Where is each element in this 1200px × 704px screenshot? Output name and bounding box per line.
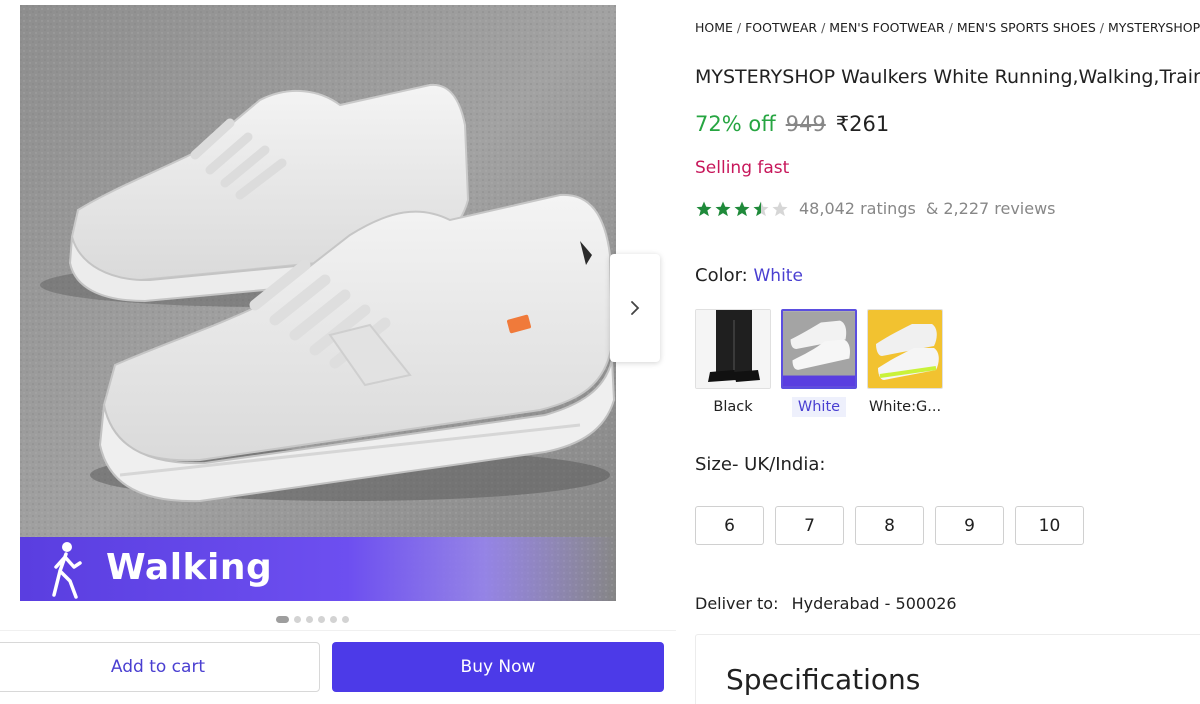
- pagination-dot-active[interactable]: [276, 616, 289, 623]
- star-half-icon: [753, 201, 769, 216]
- color-option-label: Black: [713, 399, 753, 415]
- size-option-7[interactable]: 7: [775, 506, 844, 545]
- chevron-right-icon: [631, 301, 640, 315]
- product-details: HOME / FOOTWEAR / MEN'S FOOTWEAR / MEN'S…: [695, 0, 1200, 704]
- rating-summary[interactable]: 48,042 ratings & 2,227 reviews: [695, 199, 1056, 218]
- product-photo: [20, 5, 616, 601]
- specifications-heading: Specifications: [726, 663, 921, 696]
- breadcrumb-separator: /: [944, 20, 957, 35]
- white-green-shoe-thumbnail: [868, 310, 942, 388]
- color-option-white-green[interactable]: White:G...: [867, 309, 943, 417]
- delivery-label: Deliver to:: [695, 594, 779, 613]
- selling-price: ₹261: [835, 112, 890, 136]
- size-option-10[interactable]: 10: [1015, 506, 1084, 545]
- banner-label: Walking: [106, 547, 273, 588]
- size-option-9[interactable]: 9: [935, 506, 1004, 545]
- star-empty-icon: [772, 201, 788, 216]
- discount-percent: 72% off: [695, 112, 776, 136]
- selected-color: White: [753, 266, 803, 286]
- color-option-black[interactable]: Black: [695, 309, 771, 417]
- color-options: Black White White:G...: [695, 309, 943, 417]
- pagination-dot[interactable]: [342, 616, 349, 623]
- urgency-badge: Selling fast: [695, 158, 790, 178]
- star-icon: [734, 201, 750, 216]
- buy-now-button[interactable]: Buy Now: [332, 642, 664, 692]
- activity-banner: Walking: [20, 537, 616, 601]
- black-shoe-thumbnail: [696, 310, 770, 388]
- next-image-button[interactable]: [610, 254, 660, 362]
- breadcrumb-separator: /: [732, 20, 746, 35]
- breadcrumb-brand[interactable]: MYSTERYSHOP MEN'S: [1108, 20, 1200, 35]
- breadcrumb-mens-sports-shoes[interactable]: MEN'S SPORTS SHOES: [957, 20, 1096, 35]
- pagination-dot[interactable]: [330, 616, 337, 623]
- size-options: 6 7 8 9 10: [695, 506, 1084, 545]
- star-rating: [695, 200, 789, 218]
- delivery-address[interactable]: Hyderabad - 500026: [792, 594, 957, 613]
- specifications-section: Specifications: [695, 634, 1200, 704]
- walking-person-icon: [52, 542, 82, 599]
- color-option-label: White:G...: [868, 399, 942, 415]
- color-heading: Color: White: [695, 265, 803, 286]
- color-thumbnail: [695, 309, 771, 389]
- price-row: 72% off 949 ₹261: [695, 112, 889, 136]
- color-label: Color:: [695, 265, 748, 286]
- size-option-6[interactable]: 6: [695, 506, 764, 545]
- breadcrumb-separator: /: [1095, 20, 1108, 35]
- color-option-white[interactable]: White: [781, 309, 857, 417]
- add-to-cart-button[interactable]: Add to cart: [0, 642, 320, 692]
- reviews-count: & 2,227 reviews: [925, 199, 1056, 218]
- breadcrumb-home[interactable]: HOME: [695, 20, 733, 35]
- original-price: 949: [785, 112, 826, 136]
- image-pagination-dots: [276, 616, 349, 623]
- color-thumbnail: [867, 309, 943, 389]
- breadcrumb-separator: /: [817, 20, 830, 35]
- product-image-gallery[interactable]: Walking: [20, 5, 616, 601]
- pagination-dot[interactable]: [294, 616, 301, 623]
- pagination-dot[interactable]: [306, 616, 313, 623]
- product-page: Walking Add to cart Buy Now HOME / FOOTW…: [0, 0, 1200, 704]
- white-shoe-thumbnail: [783, 311, 855, 387]
- size-option-8[interactable]: 8: [855, 506, 924, 545]
- star-icon: [696, 201, 712, 216]
- purchase-actions: Add to cart Buy Now: [0, 630, 676, 704]
- breadcrumb: HOME / FOOTWEAR / MEN'S FOOTWEAR / MEN'S…: [695, 20, 1200, 35]
- delivery-location: Deliver to: Hyderabad - 500026: [695, 594, 957, 613]
- ratings-count: 48,042 ratings: [799, 199, 916, 218]
- breadcrumb-mens-footwear[interactable]: MEN'S FOOTWEAR: [829, 20, 944, 35]
- product-title: MYSTERYSHOP Waulkers White Running,Walki…: [695, 66, 1200, 88]
- color-thumbnail: [781, 309, 857, 389]
- size-heading: Size- UK/India:: [695, 454, 826, 475]
- pagination-dot[interactable]: [318, 616, 325, 623]
- breadcrumb-footwear[interactable]: FOOTWEAR: [745, 20, 817, 35]
- color-option-label: White: [791, 397, 847, 417]
- star-icon: [715, 201, 731, 216]
